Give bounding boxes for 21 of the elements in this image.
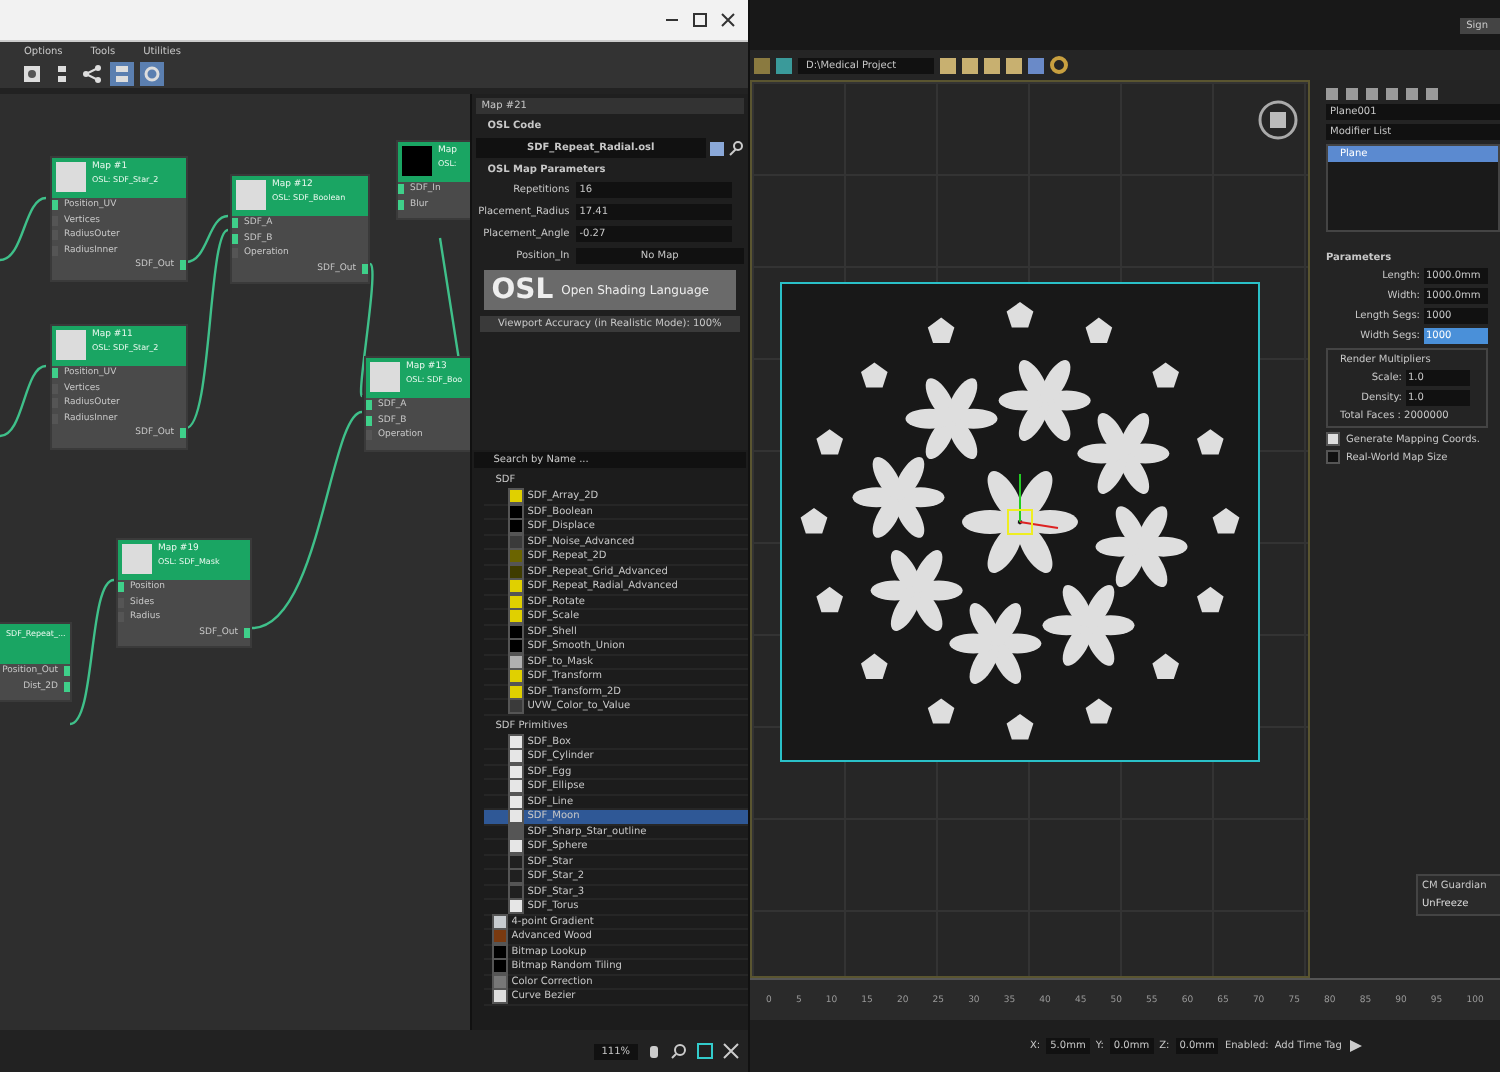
maximize-icon[interactable] bbox=[692, 12, 708, 28]
connection-wire bbox=[359, 263, 374, 397]
play-icon[interactable] bbox=[1347, 1038, 1364, 1054]
output-socket[interactable] bbox=[180, 260, 186, 271]
fit-icon[interactable] bbox=[722, 1042, 740, 1060]
connection-wire bbox=[0, 196, 47, 262]
output-socket[interactable] bbox=[244, 627, 250, 638]
view-cube-icon[interactable] bbox=[1256, 98, 1300, 142]
share-icon[interactable] bbox=[80, 62, 104, 86]
swatch-icon[interactable] bbox=[20, 62, 44, 86]
close-icon[interactable] bbox=[720, 12, 736, 28]
connection-wire bbox=[0, 364, 47, 438]
output-socket[interactable] bbox=[362, 263, 368, 274]
zoom-icon[interactable] bbox=[670, 1042, 688, 1060]
checkbox[interactable] bbox=[1326, 450, 1340, 464]
nodes-icon[interactable] bbox=[110, 62, 134, 86]
checkbox[interactable] bbox=[1326, 432, 1340, 446]
settings-icon[interactable] bbox=[140, 62, 164, 86]
hand-icon[interactable] bbox=[646, 1042, 662, 1060]
search-icon[interactable] bbox=[728, 140, 744, 156]
output-socket[interactable] bbox=[180, 428, 186, 439]
